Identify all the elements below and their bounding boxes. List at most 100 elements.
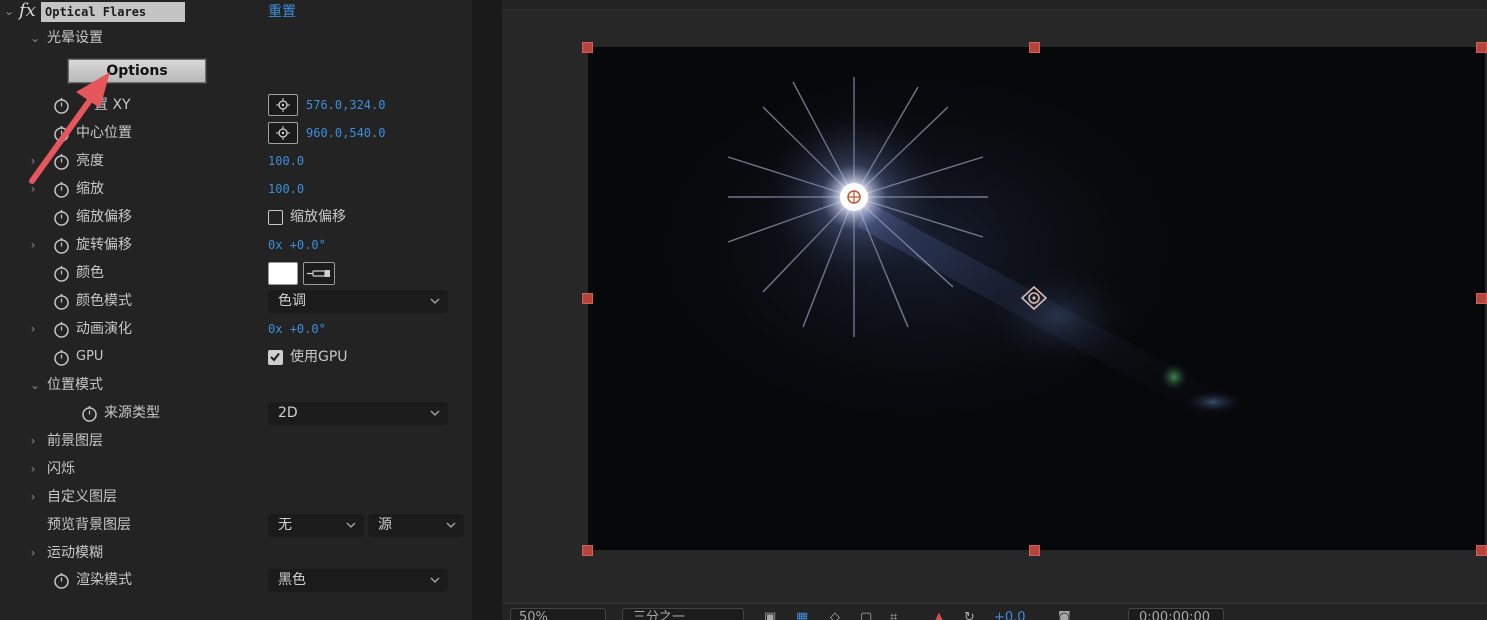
fx-icon: fx bbox=[19, 0, 36, 21]
zoom-value: 50% bbox=[519, 610, 548, 620]
animation-evolution-row: › 动画演化 0x +0.0° bbox=[0, 315, 472, 343]
color-mode-dropdown[interactable]: 色调 bbox=[268, 290, 448, 313]
color-label: 颜色 bbox=[76, 265, 104, 281]
stopwatch-icon[interactable] bbox=[81, 405, 98, 422]
chevron-down-icon bbox=[446, 522, 456, 528]
transform-handle[interactable] bbox=[1476, 545, 1487, 556]
preview-bg-source-dropdown[interactable]: 源 bbox=[368, 514, 464, 537]
transform-handle[interactable] bbox=[582, 42, 593, 53]
stopwatch-icon[interactable] bbox=[53, 125, 70, 142]
resolution-dropdown[interactable]: 三分之一 bbox=[622, 608, 744, 620]
chevron-right-icon[interactable]: › bbox=[26, 432, 40, 450]
flicker-group[interactable]: › 闪烁 bbox=[0, 455, 472, 483]
eyedropper-button[interactable] bbox=[303, 262, 335, 285]
gpu-checkbox[interactable] bbox=[268, 350, 283, 365]
crosshair-icon bbox=[276, 126, 290, 140]
transform-handle[interactable] bbox=[1029, 42, 1040, 53]
transform-handle[interactable] bbox=[1029, 545, 1040, 556]
chevron-right-icon[interactable]: › bbox=[26, 236, 40, 254]
render-mode-label: 渲染模式 bbox=[76, 572, 132, 588]
preview-bg-dropdown[interactable]: 无 bbox=[268, 514, 364, 537]
color-channel-icon[interactable]: ▲ bbox=[934, 609, 944, 620]
stopwatch-icon[interactable] bbox=[53, 349, 70, 366]
crosshair-icon bbox=[276, 98, 290, 112]
stopwatch-icon[interactable] bbox=[53, 265, 70, 282]
stopwatch-icon[interactable] bbox=[53, 321, 70, 338]
stopwatch-icon[interactable] bbox=[53, 153, 70, 170]
position-mode-label: 位置模式 bbox=[47, 377, 103, 393]
snapshot-grid-icon[interactable]: ▣ bbox=[764, 609, 776, 620]
brightness-value[interactable]: 100.0 bbox=[268, 152, 304, 170]
position-mode-group[interactable]: ⌄ 位置模式 bbox=[0, 371, 472, 399]
animation-evolution-value[interactable]: 0x +0.0° bbox=[268, 320, 326, 338]
panel-divider[interactable] bbox=[472, 0, 502, 620]
render-mode-dropdown[interactable]: 黑色 bbox=[268, 569, 448, 592]
gpu-checkbox-label[interactable]: 使用GPU bbox=[290, 347, 348, 367]
motion-blur-group[interactable]: › 运动模糊 bbox=[0, 539, 472, 567]
color-swatch[interactable] bbox=[268, 262, 298, 285]
effect-name[interactable]: Optical Flares bbox=[41, 2, 185, 22]
effect-header: ⌄ fx Optical Flares 重置 bbox=[0, 0, 472, 24]
evolution-turns[interactable]: 0x bbox=[268, 322, 282, 336]
stopwatch-icon[interactable] bbox=[53, 97, 70, 114]
stopwatch-icon[interactable] bbox=[53, 181, 70, 198]
chevron-down-icon[interactable]: ⌄ bbox=[28, 29, 42, 47]
scale-offset-checkbox-label[interactable]: 缩放偏移 bbox=[290, 207, 346, 227]
timecode-value: 0:00:00:00 bbox=[1139, 610, 1211, 620]
stopwatch-icon[interactable] bbox=[53, 293, 70, 310]
chevron-right-icon[interactable]: › bbox=[26, 488, 40, 506]
chevron-right-icon[interactable]: › bbox=[26, 320, 40, 338]
foreground-layers-group[interactable]: › 前景图层 bbox=[0, 427, 472, 455]
viewer-toolbar: 50% 三分之一 ▣ ▦ ◇ ▢ ⌗ ▲ ↻ +0.0 ◙ 0:00:00:00 bbox=[502, 603, 1487, 620]
rotation-offset-row: › 旋转偏移 0x +0.0° bbox=[0, 231, 472, 259]
collapse-chevron-icon[interactable]: ⌄ bbox=[2, 2, 16, 20]
composition-canvas[interactable] bbox=[588, 47, 1485, 550]
foreground-layers-label: 前景图层 bbox=[47, 433, 103, 449]
position-xy-value[interactable]: 576.0,324.0 bbox=[306, 96, 385, 114]
scale-offset-checkbox[interactable] bbox=[268, 210, 283, 225]
transform-handle[interactable] bbox=[1476, 293, 1487, 304]
options-button[interactable]: Options bbox=[68, 59, 206, 83]
target-picker-button[interactable] bbox=[268, 122, 298, 144]
stopwatch-icon[interactable] bbox=[53, 572, 70, 589]
chevron-right-icon[interactable]: › bbox=[26, 180, 40, 198]
exposure-value[interactable]: +0.0 bbox=[994, 609, 1026, 620]
reset-link[interactable]: 重置 bbox=[268, 2, 296, 22]
chevron-right-icon[interactable]: › bbox=[26, 460, 40, 478]
mask-path-icon[interactable]: ◇ bbox=[830, 609, 840, 620]
stopwatch-icon[interactable] bbox=[53, 209, 70, 226]
resolution-value: 三分之一 bbox=[633, 610, 686, 620]
rotation-turns[interactable]: 0x bbox=[268, 238, 282, 252]
motion-blur-label: 运动模糊 bbox=[47, 545, 103, 561]
chevron-down-icon[interactable]: ⌄ bbox=[28, 376, 42, 394]
lens-flare-render bbox=[618, 47, 1248, 447]
center-position-value[interactable]: 960.0,540.0 bbox=[306, 124, 385, 142]
exposure-icon[interactable]: ↻ bbox=[964, 609, 975, 620]
source-type-dropdown[interactable]: 2D bbox=[268, 402, 448, 425]
timecode-field[interactable]: 0:00:00:00 bbox=[1128, 608, 1224, 620]
checkmark-icon bbox=[270, 352, 280, 362]
transform-handle[interactable] bbox=[582, 545, 593, 556]
color-mode-row: 颜色模式 色调 bbox=[0, 287, 472, 315]
preview-bg-row: 预览背景图层 无 源 bbox=[0, 511, 472, 539]
guides-icon[interactable]: ⌗ bbox=[890, 609, 897, 620]
region-of-interest-icon[interactable]: ▢ bbox=[860, 609, 872, 620]
chevron-right-icon[interactable]: › bbox=[26, 152, 40, 170]
custom-layers-label: 自定义图层 bbox=[47, 489, 117, 505]
custom-layers-group[interactable]: › 自定义图层 bbox=[0, 483, 472, 511]
transform-handle[interactable] bbox=[1476, 42, 1487, 53]
camera-icon[interactable]: ◙ bbox=[1058, 609, 1071, 620]
rotation-offset-value[interactable]: 0x +0.0° bbox=[268, 236, 326, 254]
target-picker-button[interactable] bbox=[268, 94, 298, 116]
center-position-row: 中心位置 960.0,540.0 bbox=[0, 119, 472, 147]
zoom-dropdown[interactable]: 50% bbox=[510, 608, 606, 620]
scale-value[interactable]: 100.0 bbox=[268, 180, 304, 198]
transparency-grid-icon[interactable]: ▦ bbox=[796, 609, 808, 620]
stopwatch-icon[interactable] bbox=[53, 237, 70, 254]
transform-handle[interactable] bbox=[582, 293, 593, 304]
flare-setup-group[interactable]: ⌄ 光晕设置 bbox=[0, 24, 472, 52]
rotation-degrees[interactable]: +0.0° bbox=[290, 238, 326, 252]
chevron-down-icon bbox=[430, 410, 440, 416]
evolution-degrees[interactable]: +0.0° bbox=[290, 322, 326, 336]
chevron-right-icon[interactable]: › bbox=[26, 544, 40, 562]
